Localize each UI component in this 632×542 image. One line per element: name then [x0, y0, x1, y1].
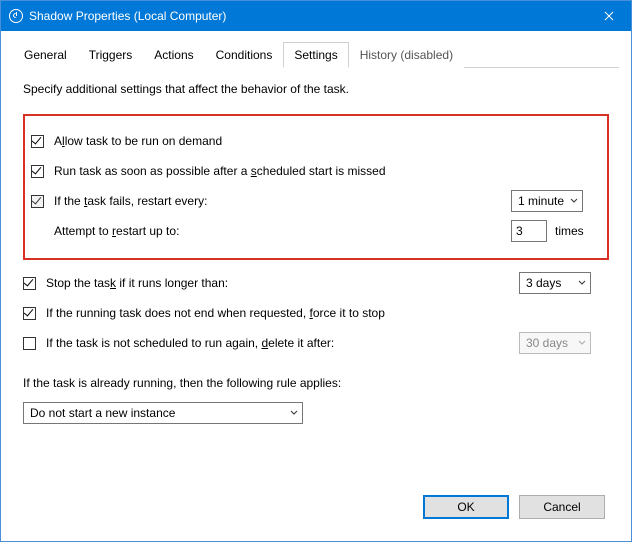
- run-asap-label: Run task as soon as possible after a sch…: [54, 164, 386, 178]
- chevron-down-icon: [578, 279, 586, 287]
- tab-conditions[interactable]: Conditions: [205, 42, 284, 68]
- running-rule-select[interactable]: Do not start a new instance: [23, 402, 303, 424]
- highlighted-settings: Allow task to be run on demand Run task …: [23, 114, 609, 260]
- allow-demand-checkbox[interactable]: [31, 135, 44, 148]
- tab-settings[interactable]: Settings: [283, 42, 348, 68]
- stop-longer-checkbox[interactable]: [23, 277, 36, 290]
- chevron-down-icon: [578, 339, 586, 347]
- dialog-content: General Triggers Actions Conditions Sett…: [1, 31, 631, 541]
- delete-after-label: If the task is not scheduled to run agai…: [46, 336, 334, 350]
- close-button[interactable]: [586, 1, 631, 31]
- attempt-label: Attempt to restart up to:: [54, 224, 179, 238]
- tab-strip: General Triggers Actions Conditions Sett…: [13, 41, 619, 68]
- ok-button[interactable]: OK: [423, 495, 509, 519]
- tab-history[interactable]: History (disabled): [349, 42, 464, 68]
- properties-dialog: Shadow Properties (Local Computer) Gener…: [0, 0, 632, 542]
- titlebar: Shadow Properties (Local Computer): [1, 1, 631, 31]
- running-rule-intro: If the task is already running, then the…: [23, 376, 341, 390]
- chevron-down-icon: [570, 197, 578, 205]
- tab-actions[interactable]: Actions: [143, 42, 204, 68]
- stop-duration-select[interactable]: 3 days: [519, 272, 591, 294]
- restart-fail-label: If the task fails, restart every:: [54, 194, 207, 208]
- delete-duration-select: 30 days: [519, 332, 591, 354]
- force-stop-label: If the running task does not end when re…: [46, 306, 385, 320]
- tab-general[interactable]: General: [13, 42, 78, 68]
- dialog-footer: OK Cancel: [13, 485, 619, 533]
- force-stop-checkbox[interactable]: [23, 307, 36, 320]
- cancel-button[interactable]: Cancel: [519, 495, 605, 519]
- window-title: Shadow Properties (Local Computer): [29, 9, 586, 23]
- restart-interval-select[interactable]: 1 minute: [511, 190, 583, 212]
- allow-demand-label: Allow task to be run on demand: [54, 134, 222, 148]
- close-icon: [604, 11, 614, 21]
- chevron-down-icon: [290, 409, 298, 417]
- delete-after-checkbox[interactable]: [23, 337, 36, 350]
- stop-longer-label: Stop the task if it runs longer than:: [46, 276, 228, 290]
- settings-intro: Specify additional settings that affect …: [23, 82, 609, 96]
- settings-panel: Specify additional settings that affect …: [13, 68, 619, 485]
- restart-fail-checkbox[interactable]: [31, 195, 44, 208]
- attempt-suffix: times: [555, 224, 584, 238]
- attempt-count-input[interactable]: [511, 220, 547, 242]
- clock-icon: [9, 9, 23, 23]
- run-asap-checkbox[interactable]: [31, 165, 44, 178]
- tab-triggers[interactable]: Triggers: [78, 42, 144, 68]
